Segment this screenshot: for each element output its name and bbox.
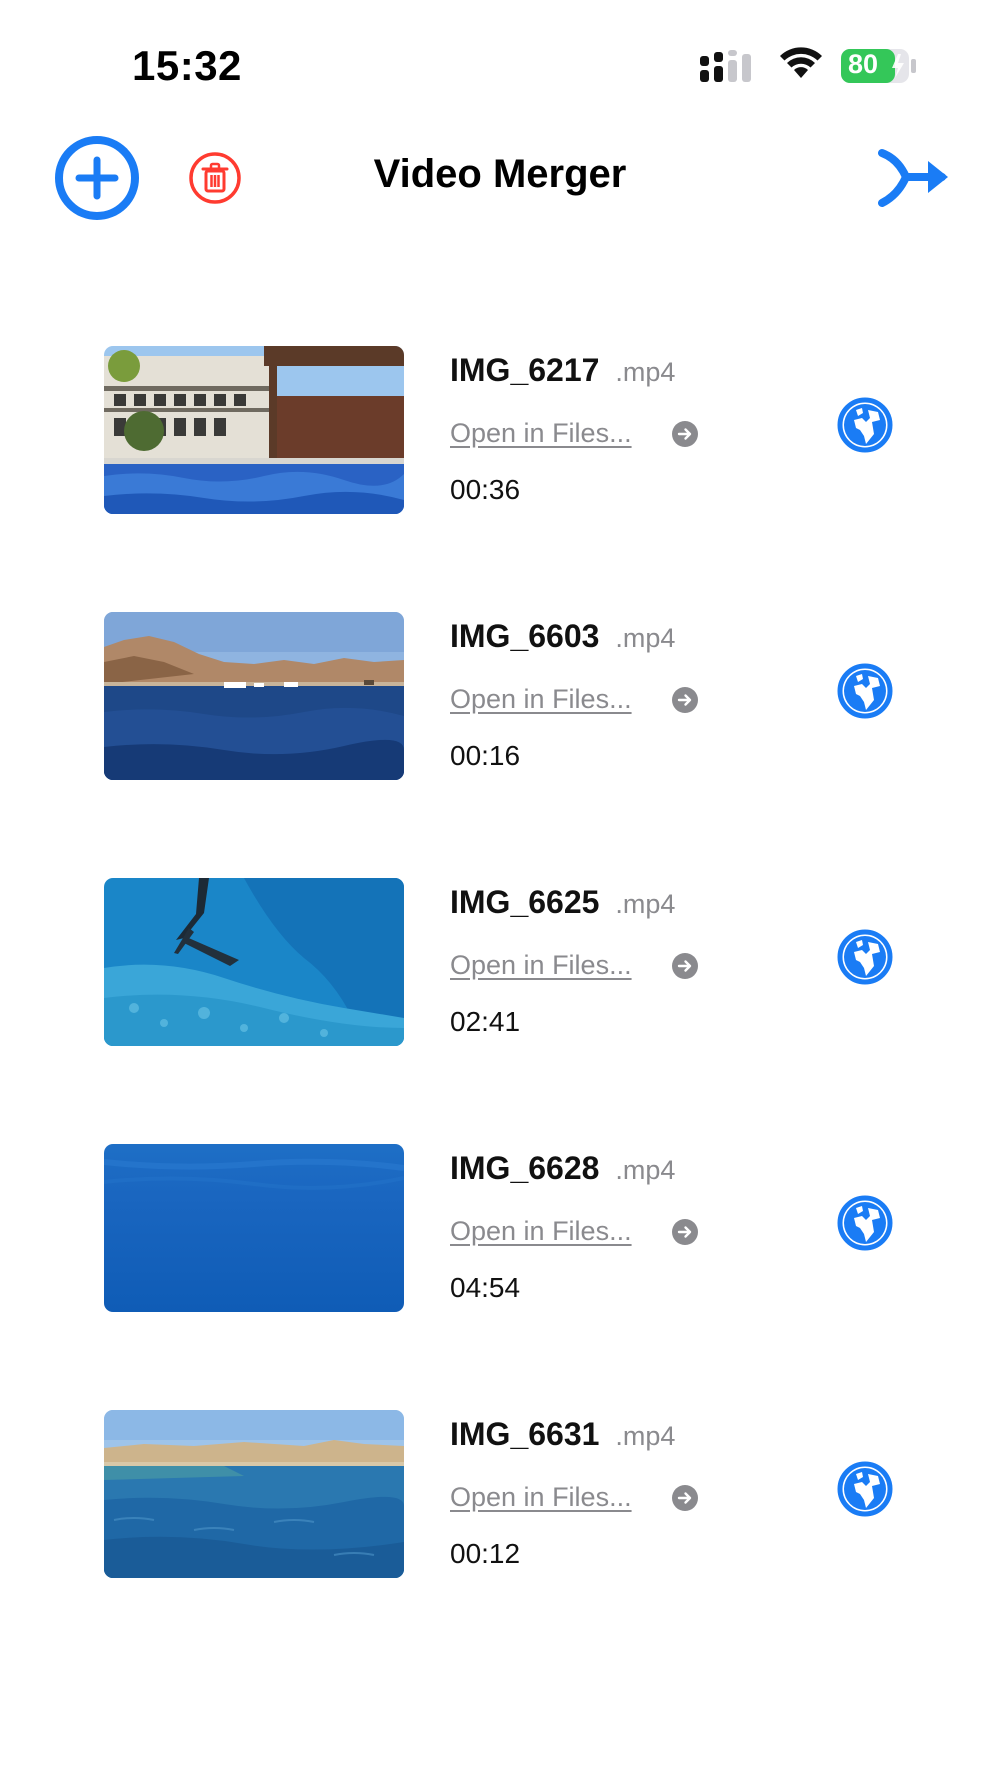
open-in-files-link[interactable]: Open in Files... bbox=[450, 684, 632, 715]
video-duration: 00:16 bbox=[450, 740, 521, 771]
open-in-files-link[interactable]: Open in Files... bbox=[450, 950, 632, 981]
video-extension: .mp4 bbox=[615, 623, 676, 653]
video-thumbnail bbox=[104, 346, 404, 514]
arrow-right-circle-icon[interactable] bbox=[672, 687, 698, 713]
merge-arrow-icon bbox=[878, 149, 948, 207]
video-extension: .mp4 bbox=[615, 1155, 676, 1185]
video-item[interactable]: IMG_6631 .mp4 Open in Files... 00:12 bbox=[0, 1404, 1000, 1578]
globe-icon bbox=[837, 1461, 893, 1517]
globe-icon bbox=[837, 929, 893, 985]
video-name: IMG_6631 bbox=[450, 1416, 600, 1452]
video-item[interactable]: IMG_6628 .mp4 Open in Files... 04:54 bbox=[0, 1138, 1000, 1312]
battery-level: 80 bbox=[848, 49, 879, 79]
video-extension: .mp4 bbox=[615, 1421, 676, 1451]
status-time: 15:32 bbox=[132, 42, 242, 89]
wifi-icon bbox=[780, 47, 822, 78]
video-duration: 00:12 bbox=[450, 1538, 521, 1569]
video-name: IMG_6217 bbox=[450, 352, 600, 388]
video-file-name: IMG_6217 .mp4 bbox=[450, 352, 675, 389]
video-file-name: IMG_6631 .mp4 bbox=[450, 1416, 675, 1453]
video-item[interactable]: IMG_6603 .mp4 Open in Files... 00:16 bbox=[0, 606, 1000, 780]
arrow-right-circle-icon[interactable] bbox=[672, 953, 698, 979]
globe-icon bbox=[837, 1195, 893, 1251]
video-duration: 00:36 bbox=[450, 474, 521, 505]
globe-icon bbox=[837, 663, 893, 719]
status-bar: 15:32 80 bbox=[0, 0, 1000, 120]
arrow-right-circle-icon[interactable] bbox=[672, 1485, 698, 1511]
video-extension: .mp4 bbox=[615, 889, 676, 919]
open-in-files-link[interactable]: Open in Files... bbox=[450, 1216, 632, 1247]
globe-button[interactable] bbox=[836, 928, 894, 986]
video-duration: 04:54 bbox=[450, 1272, 521, 1303]
open-in-files-link[interactable]: Open in Files... bbox=[450, 418, 632, 449]
video-item[interactable]: IMG_6217 .mp4 Open in Files... 00:36 bbox=[0, 340, 1000, 514]
video-name: IMG_6628 bbox=[450, 1150, 600, 1186]
video-file-name: IMG_6625 .mp4 bbox=[450, 884, 675, 921]
video-thumbnail bbox=[104, 1144, 404, 1312]
globe-icon bbox=[837, 397, 893, 453]
globe-button[interactable] bbox=[836, 662, 894, 720]
globe-button[interactable] bbox=[836, 1194, 894, 1252]
signal-icon bbox=[700, 50, 751, 82]
globe-button[interactable] bbox=[836, 396, 894, 454]
video-name: IMG_6603 bbox=[450, 618, 600, 654]
video-thumbnail bbox=[104, 612, 404, 780]
page-title: Video Merger bbox=[373, 152, 627, 196]
video-file-name: IMG_6603 .mp4 bbox=[450, 618, 675, 655]
video-name: IMG_6625 bbox=[450, 884, 600, 920]
open-in-files-link[interactable]: Open in Files... bbox=[450, 1482, 632, 1513]
video-thumbnail bbox=[104, 1410, 404, 1578]
arrow-right-circle-icon[interactable] bbox=[672, 1219, 698, 1245]
merge-button[interactable] bbox=[876, 147, 956, 209]
video-duration: 02:41 bbox=[450, 1006, 521, 1037]
arrow-right-circle-icon[interactable] bbox=[672, 421, 698, 447]
nav-bar: Video Merger bbox=[0, 125, 1000, 230]
globe-button[interactable] bbox=[836, 1460, 894, 1518]
video-thumbnail bbox=[104, 878, 404, 1046]
video-file-name: IMG_6628 .mp4 bbox=[450, 1150, 675, 1187]
video-extension: .mp4 bbox=[615, 357, 676, 387]
video-item[interactable]: IMG_6625 .mp4 Open in Files... 02:41 bbox=[0, 872, 1000, 1046]
